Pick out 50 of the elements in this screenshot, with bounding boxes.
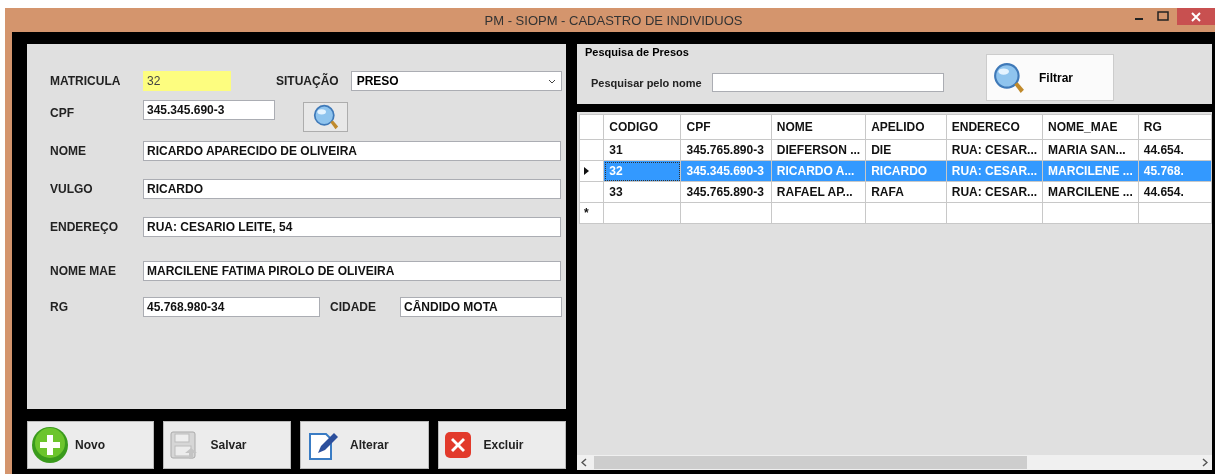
field-label: ENDEREÇO	[50, 220, 119, 234]
add-button[interactable]: Novo	[27, 421, 154, 469]
text-field[interactable]: CÂNDIDO MOTA	[400, 297, 562, 317]
close-button[interactable]	[1177, 8, 1215, 25]
column-header[interactable]: NOME_MAE	[1042, 114, 1139, 140]
delete-button[interactable]: Excluir	[437, 421, 566, 469]
window-title: PM - SIOPM - CADASTRO DE INDIVIDUOS	[484, 12, 743, 28]
scroll-left-icon[interactable]	[581, 458, 587, 467]
field-label: CPF	[50, 106, 75, 120]
field-label: MATRICULA	[50, 74, 122, 88]
chevron-down-icon	[547, 78, 556, 84]
delete-icon	[443, 431, 472, 459]
field-label: SITUAÇÃO	[276, 74, 339, 88]
floppy-disk-icon	[168, 430, 199, 460]
current-row-icon	[584, 167, 589, 175]
search-icon	[993, 61, 1025, 94]
column-header[interactable]: CODIGO	[603, 114, 681, 140]
field-label: NOME MAE	[50, 264, 117, 278]
text-field[interactable]: 45.768.980-34	[143, 297, 320, 317]
filter-button[interactable]: Filtrar	[986, 54, 1114, 101]
horizontal-scrollbar[interactable]	[577, 455, 1212, 470]
search-field[interactable]	[711, 73, 944, 92]
text-field[interactable]: 345.345.690-3	[143, 100, 275, 120]
column-header[interactable]: CPF	[681, 114, 772, 140]
new-row-marker: *	[579, 202, 604, 224]
text-field[interactable]: RUA: CESARIO LEITE, 54	[143, 217, 561, 237]
field-label: NOME	[50, 144, 87, 158]
dropdown-field[interactable]: PRESO	[350, 71, 562, 91]
row-header[interactable]	[579, 160, 604, 182]
scroll-right-icon[interactable]	[1202, 458, 1208, 467]
text-field[interactable]: RICARDO	[143, 179, 561, 199]
plus-icon	[31, 426, 69, 464]
field-label: VULGO	[50, 182, 94, 196]
column-header[interactable]: APELIDO	[865, 114, 947, 140]
text-field[interactable]: MARCILENE FATIMA PIROLO DE OLIVEIRA	[143, 261, 561, 281]
close-icon	[1191, 11, 1201, 22]
search-icon	[312, 104, 339, 130]
edit-button[interactable]: Alterar	[300, 421, 429, 469]
field-label: RG	[50, 300, 69, 314]
save-button[interactable]: Salvar	[162, 421, 291, 469]
field-label: CIDADE	[330, 300, 376, 314]
text-field[interactable]: 32	[143, 71, 231, 91]
field-label: Pesquisar pelo nome	[591, 76, 702, 89]
text-field[interactable]: RICARDO APARECIDO DE OLIVEIRA	[143, 141, 561, 161]
column-header[interactable]: NOME	[771, 114, 866, 140]
column-header[interactable]: RG	[1138, 114, 1212, 140]
search-button[interactable]	[303, 102, 348, 132]
row-header	[579, 114, 604, 140]
column-header[interactable]: ENDERECO	[946, 114, 1043, 140]
group-title: Pesquisa de Presos	[585, 45, 690, 58]
